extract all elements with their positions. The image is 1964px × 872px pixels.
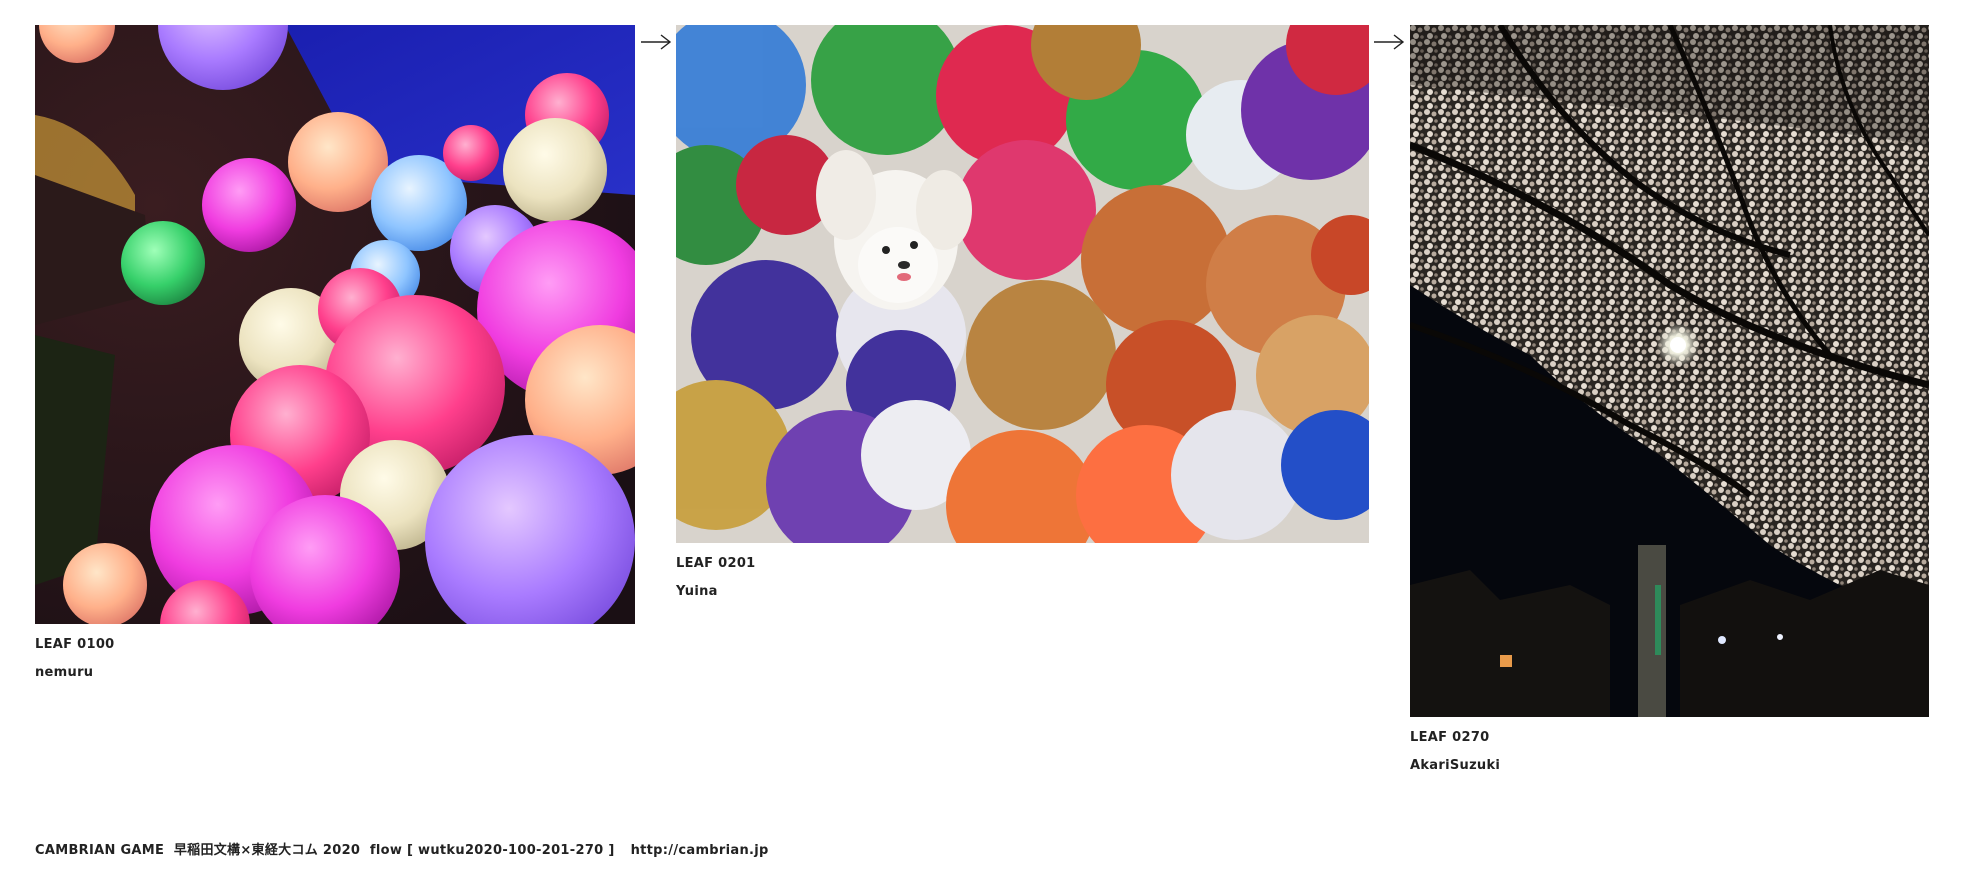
leaf-photo-balloons: [35, 25, 635, 624]
leaf-code: LEAF 0270: [1410, 730, 1490, 745]
page: LEAF 0100 nemuru LEAF 0201 Yuina LEAF 02…: [0, 0, 1964, 872]
leaf-photo-cherry-blossoms: [1410, 25, 1929, 717]
leaf-author: Yuina: [676, 584, 718, 599]
leaf-card-0201: LEAF 0201 Yuina: [676, 25, 1369, 600]
leaf-card-0270: LEAF 0270 AkariSuzuki: [1410, 25, 1929, 774]
right-arrow-icon: [1374, 34, 1405, 50]
leaf-author: AkariSuzuki: [1410, 758, 1501, 773]
leaf-code: LEAF 0100: [35, 637, 115, 652]
leaf-photo-link[interactable]: [1410, 25, 1929, 717]
footer-text: CAMBRIAN GAME 早稲田文構×東経大コム 2020 flow [ wu…: [35, 843, 615, 858]
leaf-photo-link[interactable]: [676, 25, 1369, 543]
site-link[interactable]: http://cambrian.jp: [631, 843, 769, 858]
leaf-photo-link[interactable]: [35, 25, 635, 624]
leaf-photo-dog-pompoms: [676, 25, 1369, 543]
leaf-card-0100: LEAF 0100 nemuru: [35, 25, 635, 681]
leaf-code: LEAF 0201: [676, 556, 756, 571]
right-arrow-icon: [641, 34, 672, 50]
footer: CAMBRIAN GAME 早稲田文構×東経大コム 2020 flow [ wu…: [35, 839, 769, 858]
leaf-author: nemuru: [35, 665, 94, 680]
